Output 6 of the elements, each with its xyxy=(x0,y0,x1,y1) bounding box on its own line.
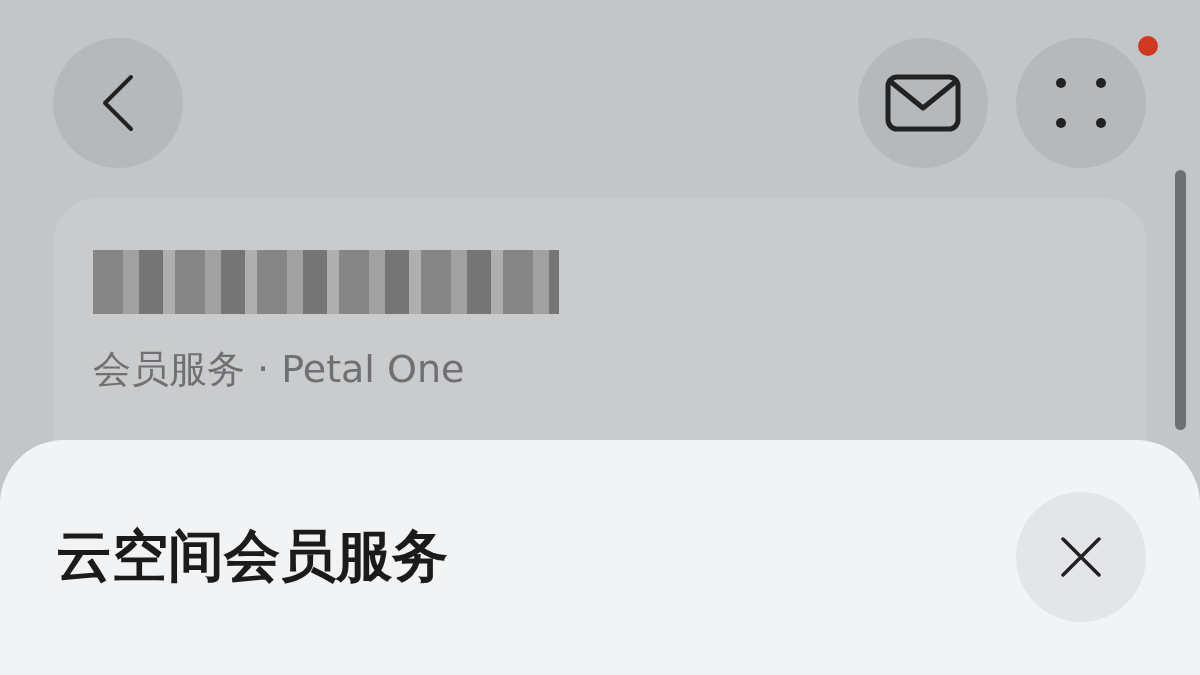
close-icon xyxy=(1061,537,1101,577)
card-subtitle: 会员服务 · Petal One xyxy=(93,346,466,393)
mail-icon xyxy=(885,74,961,132)
more-icon xyxy=(1055,77,1107,129)
sheet-title: 云空间会员服务 xyxy=(56,522,448,590)
back-icon xyxy=(101,74,135,132)
